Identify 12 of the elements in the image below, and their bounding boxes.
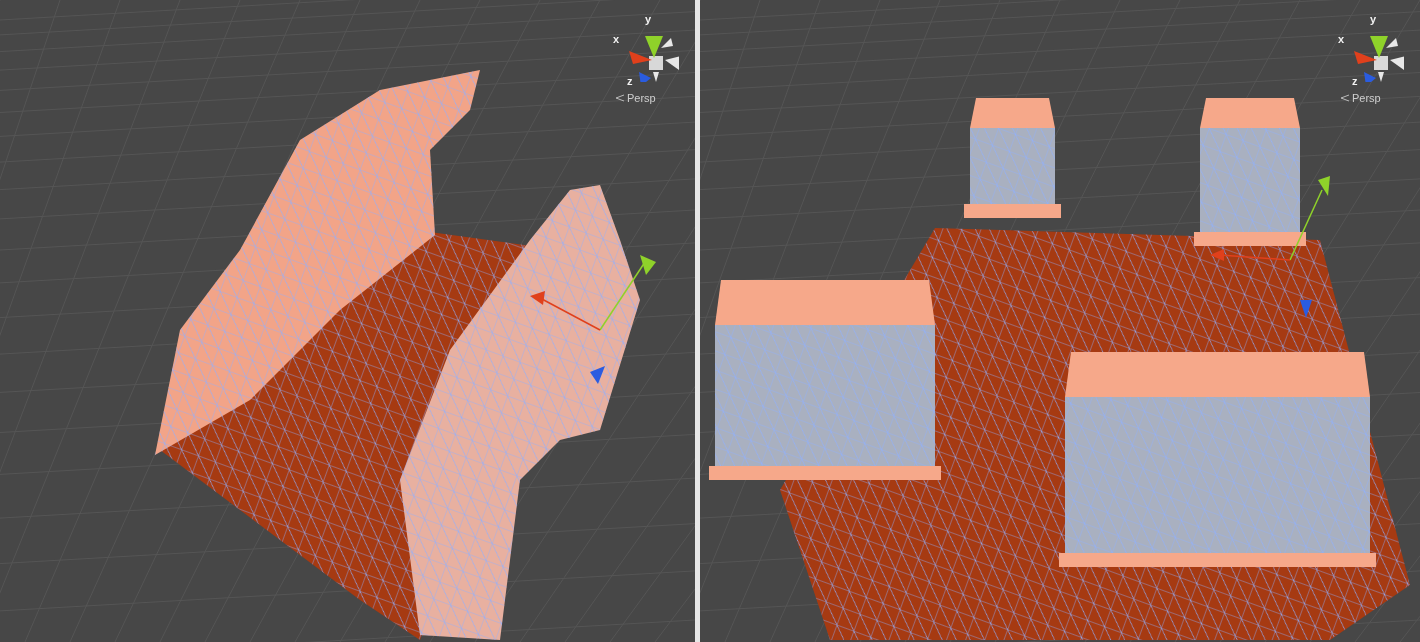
axis-label: x: [1338, 34, 1345, 45]
axis-label: z: [627, 76, 633, 87]
axis-label: y: [1370, 14, 1377, 25]
chevron-left-icon: [1340, 94, 1350, 102]
projection-label[interactable]: Persp: [627, 92, 656, 104]
axis-label: x: [613, 34, 620, 45]
scene-viewport[interactable]: y x z Persp: [700, 0, 1420, 642]
axis-label: z: [1352, 76, 1358, 87]
scene-viewport[interactable]: y x z Persp: [0, 0, 695, 642]
projection-label[interactable]: Persp: [1352, 92, 1381, 104]
axis-label: y: [645, 14, 652, 25]
chevron-left-icon: [615, 94, 625, 102]
